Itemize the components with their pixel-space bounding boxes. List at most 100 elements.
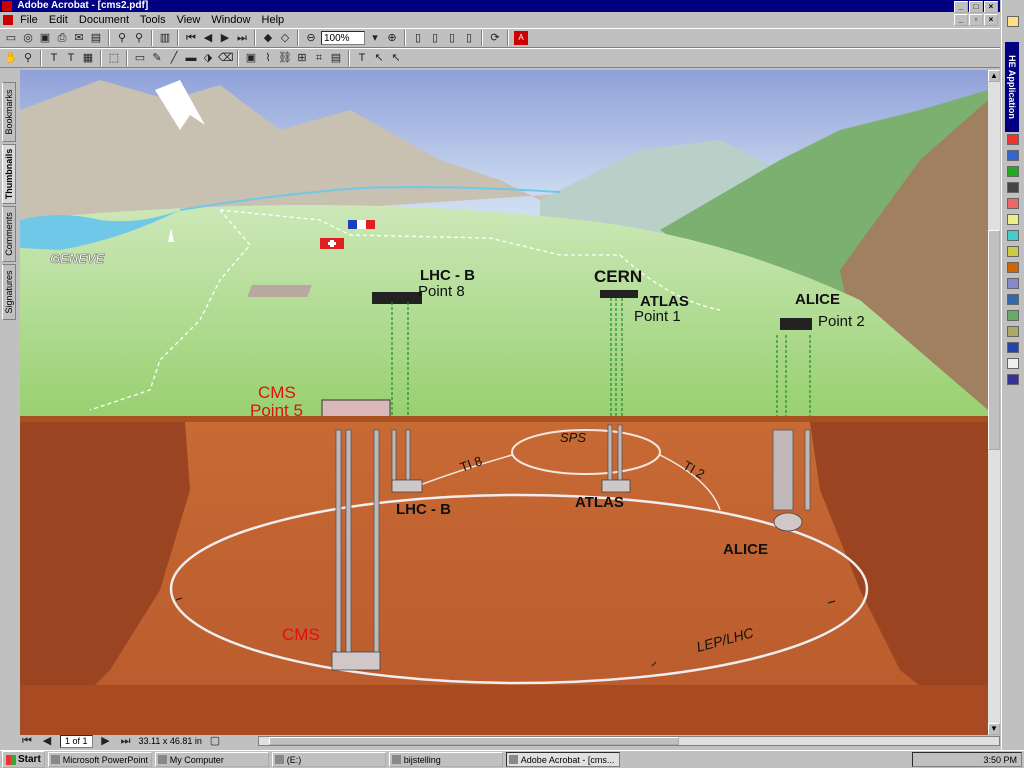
article-tool-icon[interactable]: ▤ (329, 51, 343, 65)
document-view[interactable]: GENEVE LHC - B Point 8 CERN ATLAS Point … (20, 70, 988, 735)
reflow-icon[interactable]: ▯ (462, 31, 476, 45)
rotate-icon[interactable]: ⟳ (488, 31, 502, 45)
table-select-icon[interactable]: ▦ (81, 51, 95, 65)
zoom-in-icon[interactable]: ⊕ (385, 31, 399, 45)
acrobat-app-icon[interactable] (1007, 134, 1019, 145)
vertical-scrollbar[interactable]: ▲ ▼ (988, 70, 1000, 735)
movie-tool-icon[interactable]: ▣ (244, 51, 258, 65)
pencil-tool-icon[interactable]: ✎ (150, 51, 164, 65)
prev-page-status-icon[interactable]: ◀ (40, 734, 54, 748)
app-icon-12[interactable] (1007, 310, 1019, 321)
touchup-order-icon[interactable]: ↖ (389, 51, 403, 65)
save-icon[interactable]: ▣ (38, 31, 52, 45)
task-my-computer[interactable]: My Computer (154, 752, 269, 767)
eraser-tool-icon[interactable]: ⌫ (218, 51, 234, 65)
powerpoint-icon[interactable] (1007, 262, 1019, 273)
folder-icon[interactable] (1007, 16, 1019, 27)
next-page-icon[interactable]: ▶ (218, 31, 232, 45)
scroll-up-icon[interactable]: ▲ (988, 70, 1000, 82)
task-bijstelling[interactable]: bijstelling (388, 752, 503, 767)
zoom-input[interactable]: 100% (321, 31, 365, 45)
horizontal-scroll-thumb[interactable] (269, 737, 679, 745)
tab-signatures[interactable]: Signatures (2, 264, 16, 320)
start-button[interactable]: Start (2, 751, 45, 768)
actual-size-icon[interactable]: ▯ (411, 31, 425, 45)
app-icon-11[interactable] (1007, 294, 1019, 305)
horizontal-scrollbar[interactable] (258, 736, 1000, 746)
app-icon-10[interactable] (1007, 278, 1019, 289)
zoom-out-icon[interactable]: ⊖ (304, 31, 318, 45)
page-layout-icon[interactable]: ▢ (208, 734, 222, 748)
app-icon-15[interactable] (1007, 358, 1019, 369)
maximize-button[interactable]: □ (969, 1, 983, 13)
email-icon[interactable]: ✉ (72, 31, 86, 45)
menu-file[interactable]: File (20, 14, 38, 26)
stamp-tool-icon[interactable]: ⬗ (201, 51, 215, 65)
graphics-select-icon[interactable]: ⬚ (107, 51, 121, 65)
last-page-icon[interactable]: ⏭ (235, 31, 249, 45)
app-icon-4[interactable] (1007, 182, 1019, 193)
close-button[interactable]: × (984, 1, 998, 13)
lock-icon[interactable]: ▤ (89, 31, 103, 45)
menu-window[interactable]: Window (211, 14, 250, 26)
last-page-status-icon[interactable]: ⏭ (119, 734, 133, 748)
touchup-text-icon[interactable]: T (355, 51, 369, 65)
app-icon-7[interactable] (1007, 230, 1019, 241)
menu-edit[interactable]: Edit (49, 14, 68, 26)
app-icon-13[interactable] (1007, 326, 1019, 337)
show-hide-navigation-icon[interactable]: ▥ (158, 31, 172, 45)
first-page-icon[interactable]: ⏮ (184, 31, 198, 45)
task-e-drive[interactable]: (E:) (271, 752, 386, 767)
menu-help[interactable]: Help (262, 14, 285, 26)
open-web-icon[interactable]: ◎ (21, 31, 35, 45)
fit-page-icon[interactable]: ▯ (428, 31, 442, 45)
app-icon-16[interactable] (1007, 374, 1019, 385)
tab-bookmarks[interactable]: Bookmarks (2, 82, 16, 142)
word-icon[interactable] (1007, 342, 1019, 353)
scroll-thumb[interactable] (988, 230, 1000, 450)
line-tool-icon[interactable]: ╱ (167, 51, 181, 65)
adobe-logo-icon[interactable]: A (514, 31, 528, 45)
doc-restore-button[interactable]: ▫ (969, 14, 983, 26)
open-icon[interactable]: ▭ (4, 31, 18, 45)
menu-document[interactable]: Document (79, 14, 129, 26)
go-back-icon[interactable]: ◆ (261, 31, 275, 45)
zoom-tool-icon[interactable]: ⚲ (21, 51, 35, 65)
minimize-button[interactable]: _ (954, 1, 968, 13)
form-tool-icon[interactable]: ⊞ (295, 51, 309, 65)
page-number-field[interactable]: 1 of 1 (60, 734, 93, 748)
previous-page-icon[interactable]: ◀ (201, 31, 215, 45)
next-page-status-icon[interactable]: ▶ (99, 734, 113, 748)
doc-close-button[interactable]: × (984, 14, 998, 26)
note-tool-icon[interactable]: ▭ (133, 51, 147, 65)
app-icon-8[interactable] (1007, 246, 1019, 257)
task-powerpoint[interactable]: Microsoft PowerPoint - [tal... (47, 752, 152, 767)
taskbar: Start Microsoft PowerPoint - [tal... My … (0, 750, 1024, 768)
menu-tools[interactable]: Tools (140, 14, 166, 26)
touchup-object-icon[interactable]: ↖ (372, 51, 386, 65)
window-title: Adobe Acrobat - [cms2.pdf] (17, 0, 149, 11)
tab-comments[interactable]: Comments (2, 206, 16, 262)
column-select-icon[interactable]: T (64, 51, 78, 65)
app-icon-6[interactable] (1007, 214, 1019, 225)
doc-minimize-button[interactable]: _ (954, 14, 968, 26)
search-icon[interactable]: ⚲ (132, 31, 146, 45)
first-page-status-icon[interactable]: ⏮ (20, 734, 34, 748)
attach-tool-icon[interactable]: ⌇ (261, 51, 275, 65)
app-icon-5[interactable] (1007, 198, 1019, 209)
go-forward-icon[interactable]: ◇ (278, 31, 292, 45)
menu-view[interactable]: View (177, 14, 201, 26)
app-icon-2[interactable] (1007, 150, 1019, 161)
zoom-dropdown-icon[interactable]: ▾ (368, 31, 382, 45)
link-tool-icon[interactable]: ⛓ (278, 51, 292, 65)
print-icon[interactable]: ⎙ (55, 31, 69, 45)
text-select-icon[interactable]: T (47, 51, 61, 65)
task-acrobat[interactable]: Adobe Acrobat - [cms... (505, 752, 620, 767)
find-icon[interactable]: ⚲ (115, 31, 129, 45)
highlight-tool-icon[interactable]: ▬ (184, 51, 198, 65)
fit-width-icon[interactable]: ▯ (445, 31, 459, 45)
hand-tool-icon[interactable]: ✋ (4, 51, 18, 65)
crop-tool-icon[interactable]: ⌗ (312, 51, 326, 65)
tab-thumbnails[interactable]: Thumbnails (2, 144, 16, 204)
excel-icon[interactable] (1007, 166, 1019, 177)
